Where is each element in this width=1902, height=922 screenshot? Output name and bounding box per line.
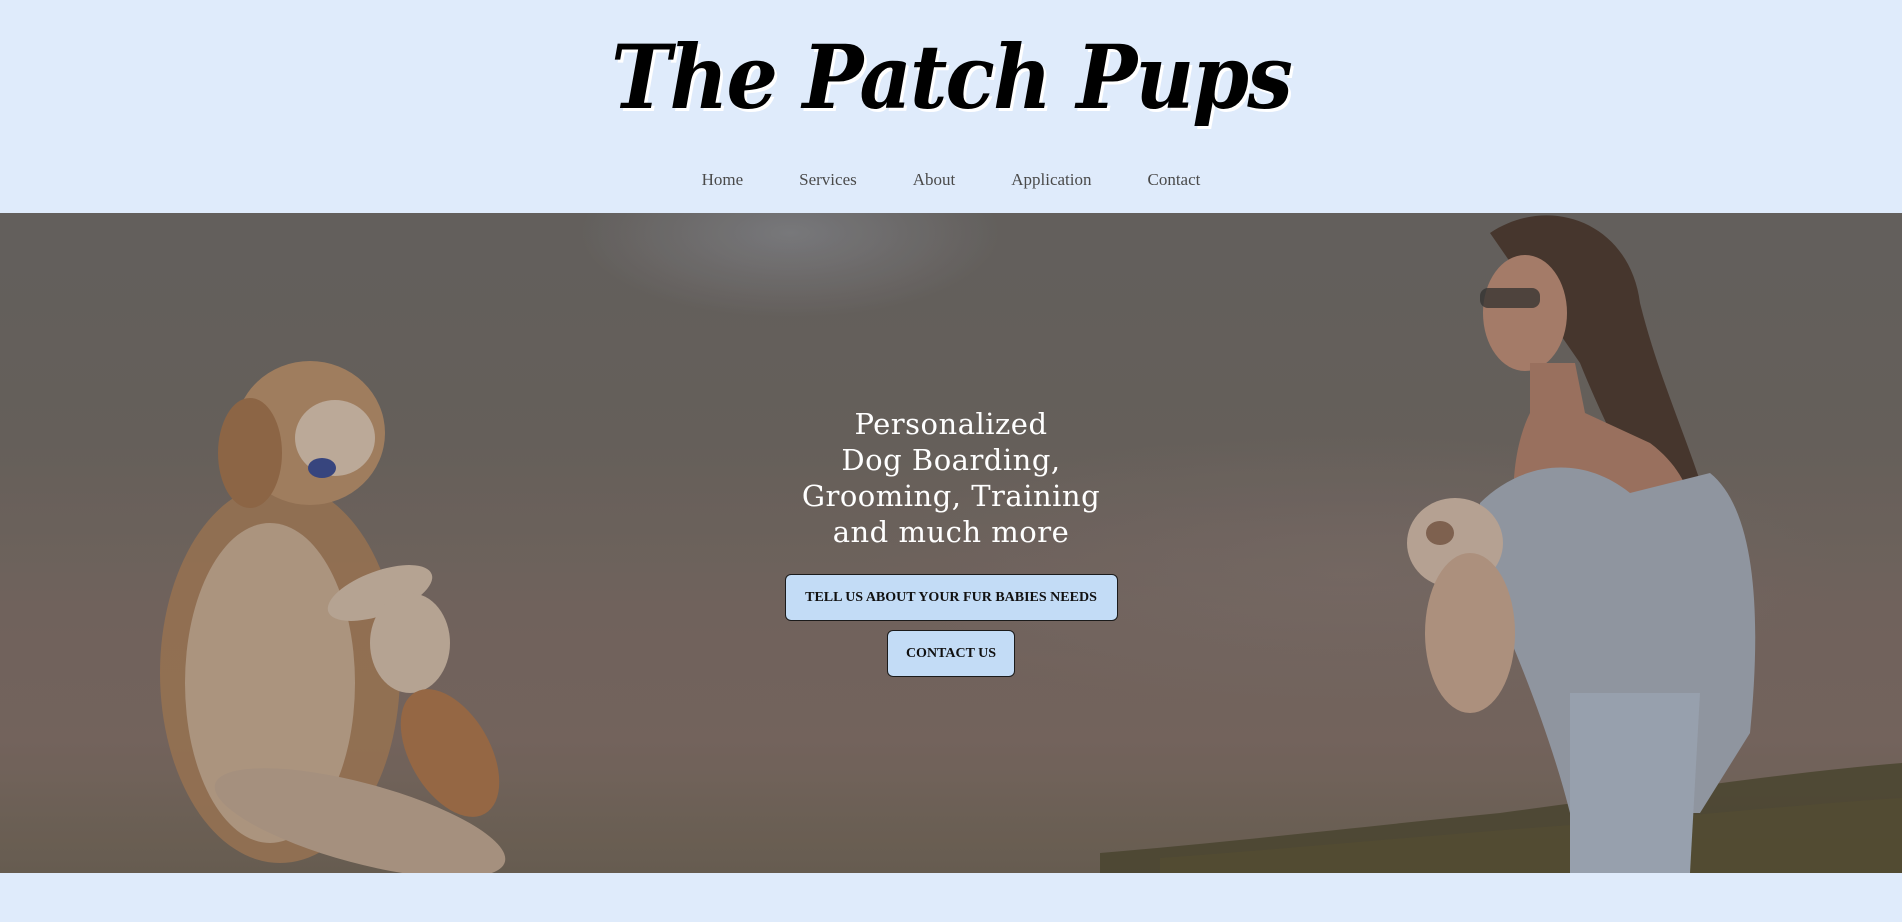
hero-section: Personalized Dog Boarding, Grooming, Tra… xyxy=(0,213,1902,873)
contact-us-button[interactable]: CONTACT US xyxy=(887,630,1015,677)
hero-content: Personalized Dog Boarding, Grooming, Tra… xyxy=(0,406,1902,677)
hero-heading: Personalized Dog Boarding, Grooming, Tra… xyxy=(741,406,1161,550)
nav-item-home[interactable]: Home xyxy=(674,170,772,189)
hero-heading-line-3: Grooming, Training xyxy=(801,479,1101,513)
nav-item-application[interactable]: Application xyxy=(983,170,1119,189)
site-logo-title[interactable]: The Patch Pups xyxy=(76,22,1826,132)
next-section-strip xyxy=(0,873,1902,922)
hero-heading-line-2: Dog Boarding, xyxy=(841,443,1061,477)
hero-heading-line-1: Personalized xyxy=(854,407,1048,441)
fur-babies-needs-button[interactable]: TELL US ABOUT YOUR FUR BABIES NEEDS xyxy=(784,574,1118,621)
nav-item-contact[interactable]: Contact xyxy=(1120,170,1229,189)
nav-list: Home Services About Application Contact xyxy=(0,168,1902,192)
site-header: The Patch Pups Home Services About Appli… xyxy=(0,0,1902,213)
nav-item-services[interactable]: Services xyxy=(771,170,885,189)
hero-heading-line-4: and much more xyxy=(832,515,1070,549)
nav-item-about[interactable]: About xyxy=(885,170,984,189)
